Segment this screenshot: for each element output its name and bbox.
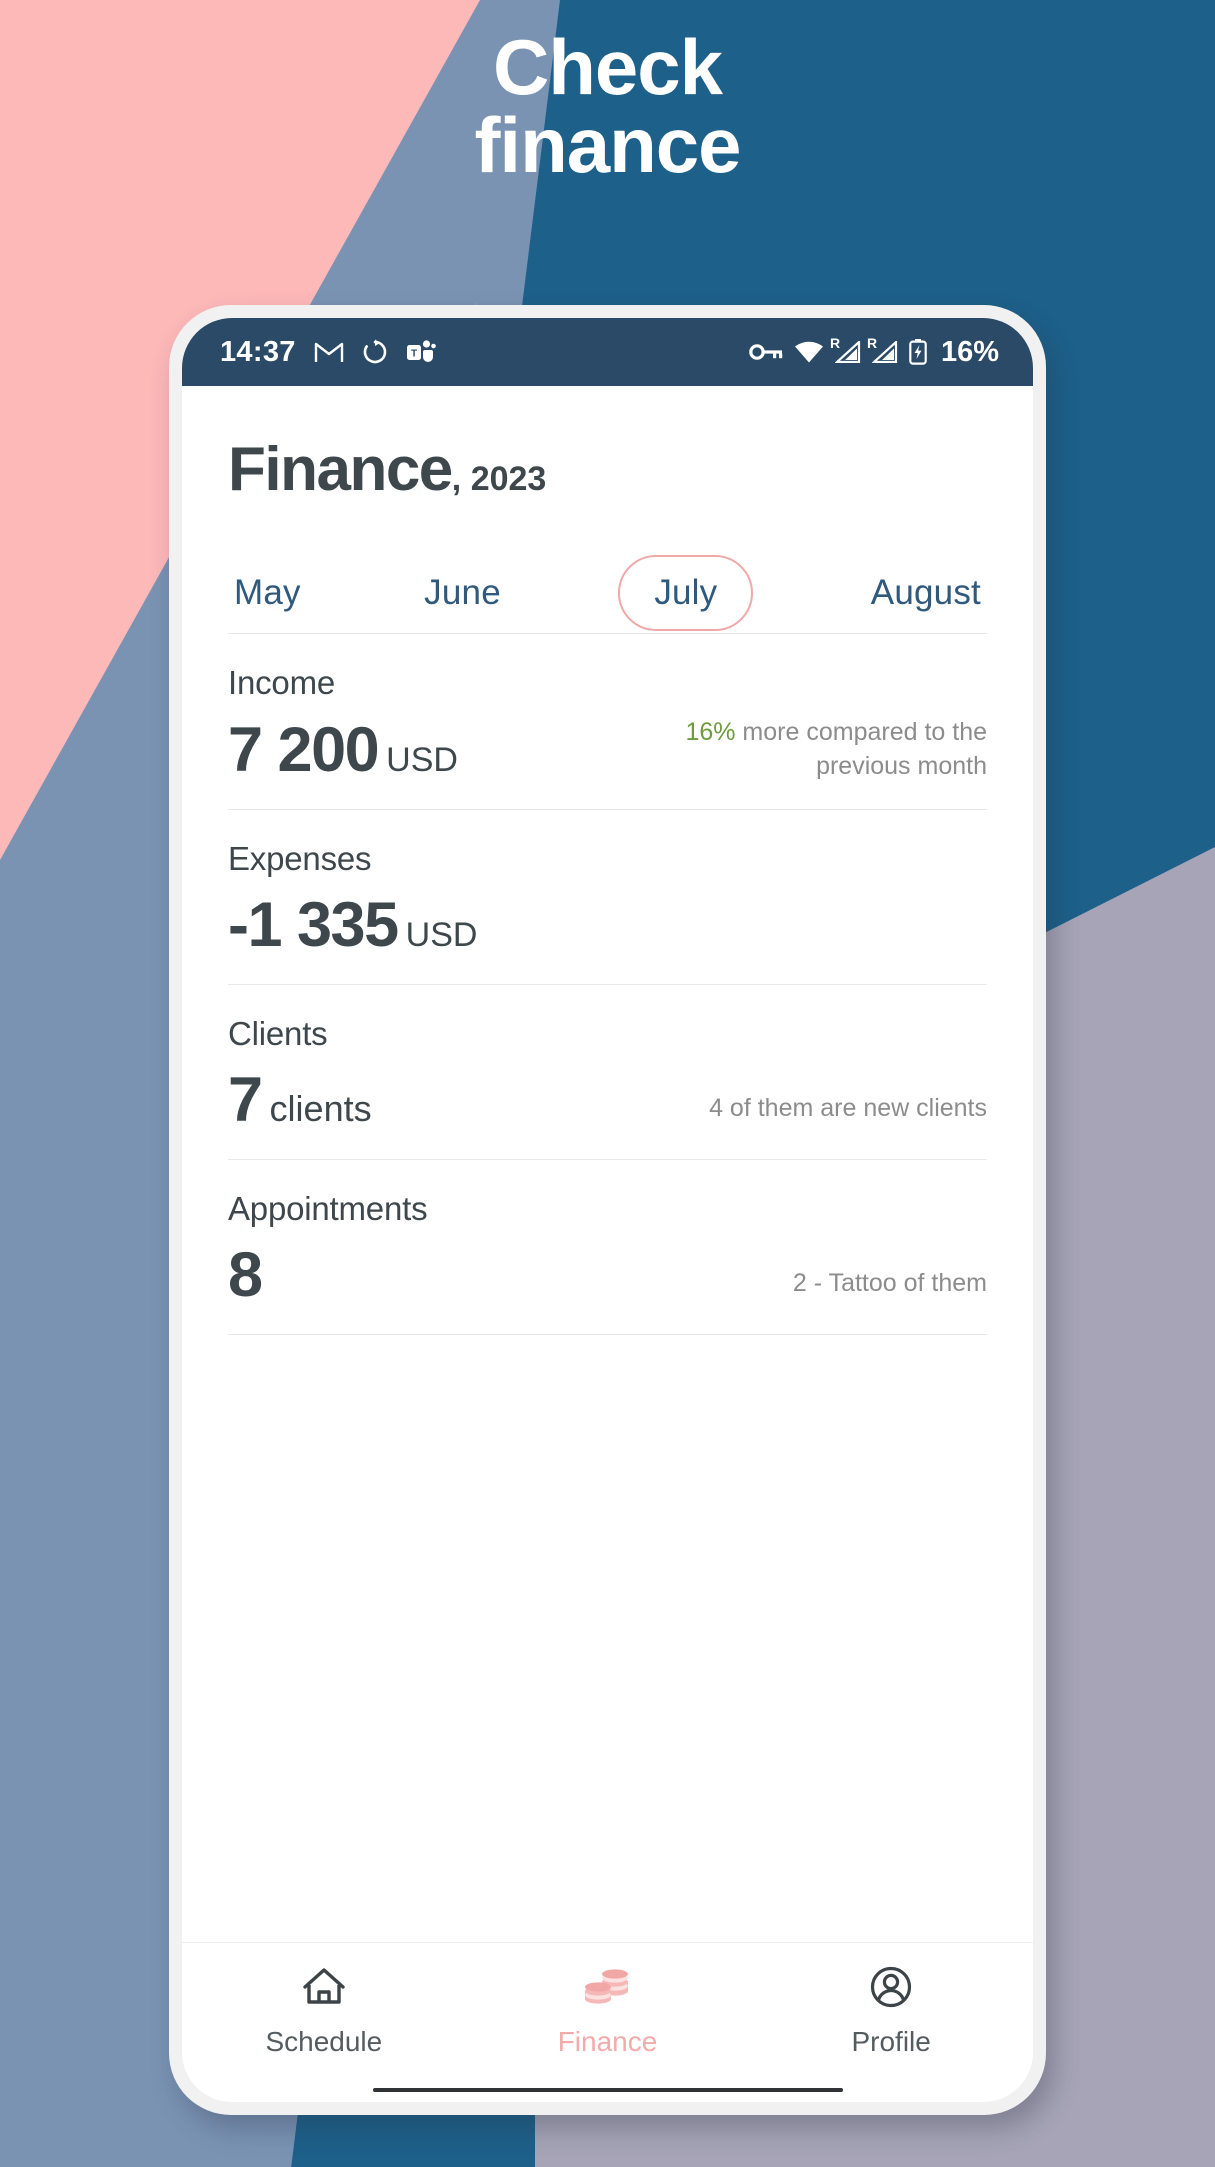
month-tab-june[interactable]: June [418,557,507,629]
stat-body-expenses: -1 335 USD [228,892,987,958]
app-content: Finance , 2023 May June July August Inco… [182,386,1033,1942]
stat-body-income: 7 200 USD 16% more compared to the previ… [228,716,987,783]
signal-roaming-icon-2: R [867,335,898,363]
phone-screen: 14:37 T R R 16% Finance , 2023 May June … [182,318,1033,2102]
status-bar-right: R R 16% [749,335,999,369]
stat-row-appointments: Appointments 8 2 - Tattoo of them [228,1160,987,1334]
stat-unit-expenses: USD [405,916,478,954]
bottom-navigation: Schedule Finance Profile [182,1942,1033,2088]
nav-label-schedule: Schedule [265,2026,383,2057]
stat-value-appointments: 8 [228,1240,263,1311]
person-circle-icon [868,1965,914,2014]
stat-unit-income: USD [386,740,458,779]
stat-body-clients: 7 clients 4 of them are new clients [228,1067,987,1133]
home-icon [301,1965,347,2014]
stat-label-expenses: Expenses [228,840,372,877]
stat-value-income: 7 200 USD [228,717,458,783]
nav-item-profile[interactable]: Profile [749,1965,1033,2058]
stat-body-appointments: 8 2 - Tattoo of them [228,1242,987,1308]
gmail-icon [314,340,344,364]
month-tab-august[interactable]: August [865,557,987,629]
stat-amount-income: 7 200 [228,714,380,785]
battery-percent-label: 16% [940,335,999,368]
vpn-key-icon [749,342,783,362]
signal-roaming-icon-1: R [830,335,861,363]
stat-amount-clients: 7 [228,1065,263,1136]
stat-value-clients: 7 clients [228,1067,372,1133]
status-bar-clock: 14:37 [220,335,296,368]
nav-label-profile: Profile [851,2026,931,2057]
month-tab-may[interactable]: May [228,557,307,629]
stat-value-expenses: -1 335 USD [228,892,477,958]
month-tabs: May June July August [228,555,987,633]
promo-headline: Check finance [0,28,1215,184]
battery-charging-icon [909,339,927,365]
stat-note-income: 16% more compared to the previous month [657,716,987,783]
month-tab-july[interactable]: July [618,555,754,631]
stat-label-clients: Clients [228,1015,328,1053]
promo-headline-line-1: Check [492,23,723,111]
nav-label-finance: Finance [557,2026,658,2057]
nav-item-finance[interactable]: Finance [466,1965,750,2058]
stat-label-income: Income [228,664,336,701]
status-bar-left: 14:37 T [220,336,436,369]
nav-item-schedule[interactable]: Schedule [182,1965,466,2058]
stat-label-appointments: Appointments [228,1190,428,1228]
page-title-main: Finance [228,435,453,504]
promo-headline-line-2: finance [474,101,741,189]
teams-icon: T [406,339,436,365]
page-title-year: , 2023 [451,460,547,498]
stat-row-expenses: Expenses -1 335 USD [228,810,987,984]
phone-frame: 14:37 T R R 16% Finance , 2023 May June … [169,305,1046,2115]
roaming-label-1: R [829,335,841,351]
wifi-icon [794,340,824,364]
stat-note-clients: 4 of them are new clients [709,1093,987,1122]
stat-note-highlight-income: 16% [685,718,736,746]
stat-row-income: Income 7 200 USD 16% more compared to th… [228,634,987,809]
stat-amount-expenses: -1 335 [228,890,399,960]
stat-row-clients: Clients 7 clients 4 of them are new clie… [228,985,987,1159]
status-bar: 14:37 T R R 16% [182,318,1033,386]
home-indicator [372,2088,843,2092]
roaming-label-2: R [866,335,878,351]
stat-unit-clients: clients [269,1088,372,1130]
stat-amount-appointments: 8 [228,1240,263,1311]
stat-note-appointments: 2 - Tattoo of them [792,1268,987,1297]
svg-text:T: T [411,349,417,360]
stat-note-rest-income: more compared to the previous month [735,718,987,780]
sync-icon [362,339,388,365]
coins-icon [582,1965,634,2014]
page-title: Finance , 2023 [228,434,987,505]
